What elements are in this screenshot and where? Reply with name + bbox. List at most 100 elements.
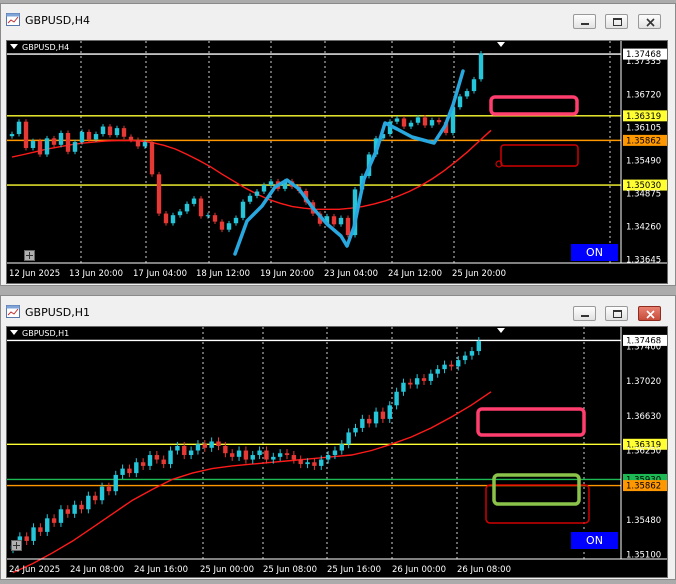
bull-candle bbox=[9, 134, 15, 137]
chart-symbol-label: GBPUSD,H4 bbox=[10, 43, 69, 52]
minimize-button[interactable] bbox=[573, 306, 596, 321]
maximize-button[interactable] bbox=[605, 306, 628, 321]
bull-candle bbox=[72, 142, 78, 152]
bear-candle bbox=[37, 141, 43, 155]
bear-candle bbox=[106, 486, 112, 492]
bull-candle bbox=[387, 405, 392, 419]
chart-window-icon bbox=[6, 305, 20, 318]
price-tag: 1.35862 bbox=[626, 136, 661, 146]
price-axis-label: 1.34260 bbox=[626, 222, 661, 232]
time-axis-label: 26 Jun 08:00 bbox=[457, 565, 511, 575]
bull-candle bbox=[394, 391, 399, 406]
price-tag: 1.35862 bbox=[626, 482, 661, 492]
window-title: GBPUSD,H4 bbox=[25, 14, 90, 27]
bear-candle bbox=[223, 446, 228, 454]
bull-candle bbox=[305, 462, 310, 465]
bear-candle bbox=[107, 126, 113, 136]
bear-candle bbox=[135, 139, 141, 147]
bear-candle bbox=[331, 216, 337, 225]
window-titlebar[interactable]: GBPUSD,H1 bbox=[1, 296, 675, 329]
symbol-timeframe: GBPUSD,H4 bbox=[22, 43, 70, 52]
bull-candle bbox=[114, 128, 120, 136]
time-axis-label: 23 Jun 04:00 bbox=[324, 269, 378, 279]
chart-symbol-label: GBPUSD,H1 bbox=[10, 329, 69, 338]
bull-candle bbox=[31, 527, 36, 541]
bull-candle bbox=[205, 215, 211, 217]
bull-candle bbox=[257, 450, 262, 456]
bear-candle bbox=[156, 174, 162, 214]
maximize-icon bbox=[613, 310, 622, 318]
bull-candle bbox=[191, 198, 197, 204]
bear-candle bbox=[65, 132, 71, 152]
bull-candle bbox=[469, 351, 475, 356]
price-axis-label: 1.36250 bbox=[626, 447, 661, 457]
zoom-plus-icon[interactable] bbox=[11, 540, 22, 551]
minimize-button[interactable] bbox=[573, 14, 596, 29]
bull-candle bbox=[99, 486, 105, 501]
bear-candle bbox=[264, 450, 269, 460]
bear-candle bbox=[298, 459, 303, 465]
chart-window-h4[interactable]: GBPUSD,H4 1.37468 1.37335 1.36720 1.36319 1.… bbox=[0, 3, 676, 286]
bear-candle bbox=[51, 138, 57, 145]
moving-average-line bbox=[12, 391, 492, 574]
time-axis-label: 24 Jun 2025 bbox=[9, 565, 60, 575]
time-axis-label: 18 Jun 12:00 bbox=[196, 269, 250, 279]
on-button[interactable]: ON bbox=[571, 244, 618, 261]
price-chart-h4[interactable]: 1.37468 1.37335 1.36720 1.36319 1.36105 1.358… bbox=[6, 40, 668, 284]
bull-candle bbox=[338, 217, 344, 225]
bull-candle bbox=[120, 468, 125, 475]
bull-candle bbox=[471, 79, 477, 92]
close-icon bbox=[646, 310, 655, 319]
chart-shift-marker bbox=[497, 42, 505, 47]
bull-candle bbox=[261, 185, 267, 192]
close-button[interactable] bbox=[638, 14, 661, 29]
bear-candle bbox=[401, 118, 407, 127]
price-axis-label: 1.36105 bbox=[626, 123, 661, 133]
bull-candle bbox=[319, 459, 324, 466]
chart-window-h1[interactable]: GBPUSD,H1 1.37468 1.37400 1.37020 1.36630 1.… bbox=[0, 295, 676, 580]
chart-canvas[interactable]: 1.374681.373351.367201.363191.361051.358… bbox=[7, 41, 668, 284]
zoom-plus-icon[interactable] bbox=[24, 250, 35, 261]
bull-candle bbox=[170, 215, 176, 224]
time-axis-label: 13 Jun 20:00 bbox=[69, 269, 123, 279]
price-chart-h1[interactable]: 1.37468 1.37400 1.37020 1.36630 1.36319 1.362… bbox=[6, 326, 668, 578]
zone-rectangle bbox=[476, 407, 586, 437]
maximize-button[interactable] bbox=[605, 14, 628, 29]
bear-candle bbox=[421, 378, 427, 381]
bull-candle bbox=[401, 382, 406, 392]
close-icon bbox=[646, 18, 655, 27]
time-axis-label: 25 Jun 08:00 bbox=[263, 565, 317, 575]
window-titlebar[interactable]: GBPUSD,H4 bbox=[1, 4, 675, 37]
bull-candle bbox=[394, 118, 400, 122]
on-button[interactable]: ON bbox=[571, 532, 618, 549]
bear-candle bbox=[243, 450, 249, 460]
minimize-icon bbox=[581, 315, 589, 317]
bull-candle bbox=[134, 462, 139, 474]
bull-candle bbox=[435, 369, 440, 374]
symbol-timeframe: GBPUSD,H1 bbox=[22, 329, 70, 338]
bear-candle bbox=[86, 131, 92, 140]
bull-candle bbox=[44, 138, 50, 155]
bull-candle bbox=[45, 518, 50, 532]
bull-candle bbox=[457, 96, 463, 108]
close-button[interactable] bbox=[638, 306, 661, 321]
bull-candle bbox=[168, 450, 173, 465]
bear-candle bbox=[212, 215, 218, 222]
bear-candle bbox=[93, 495, 98, 501]
bear-candle bbox=[140, 462, 146, 466]
time-axis-label: 26 Jun 00:00 bbox=[392, 565, 446, 575]
bull-candle bbox=[247, 195, 253, 202]
bull-candle bbox=[353, 427, 358, 433]
chart-canvas[interactable]: 1.374681.374001.370201.366301.363191.362… bbox=[7, 327, 668, 578]
price-axis-label: 1.33645 bbox=[626, 256, 661, 266]
price-axis-label: 1.36630 bbox=[626, 412, 661, 422]
bear-candle bbox=[449, 364, 454, 367]
bear-candle bbox=[198, 198, 204, 217]
maximize-icon bbox=[613, 18, 622, 26]
bull-candle bbox=[79, 131, 85, 143]
price-tag: 1.36319 bbox=[626, 112, 661, 122]
bull-candle bbox=[462, 355, 468, 361]
bear-candle bbox=[24, 536, 29, 541]
price-axis-label: 1.34875 bbox=[626, 189, 661, 199]
bull-candle bbox=[184, 203, 190, 212]
